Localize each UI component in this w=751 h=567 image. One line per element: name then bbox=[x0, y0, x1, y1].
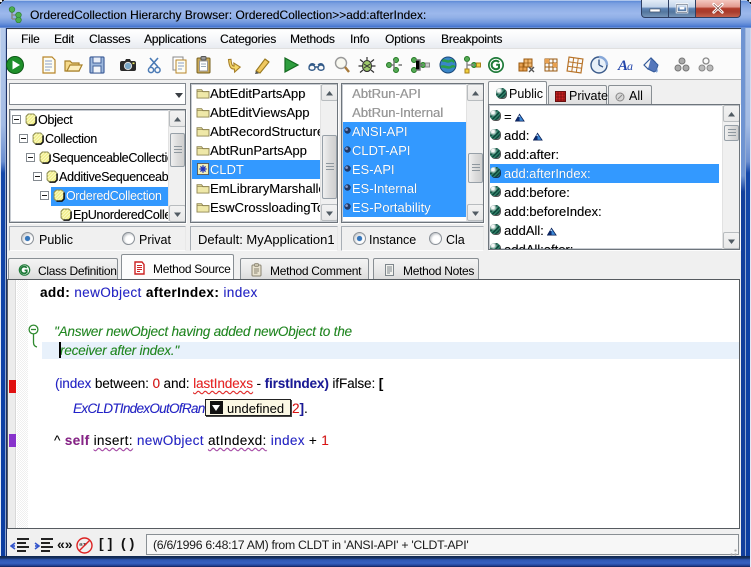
svg-text:a: a bbox=[627, 59, 633, 73]
